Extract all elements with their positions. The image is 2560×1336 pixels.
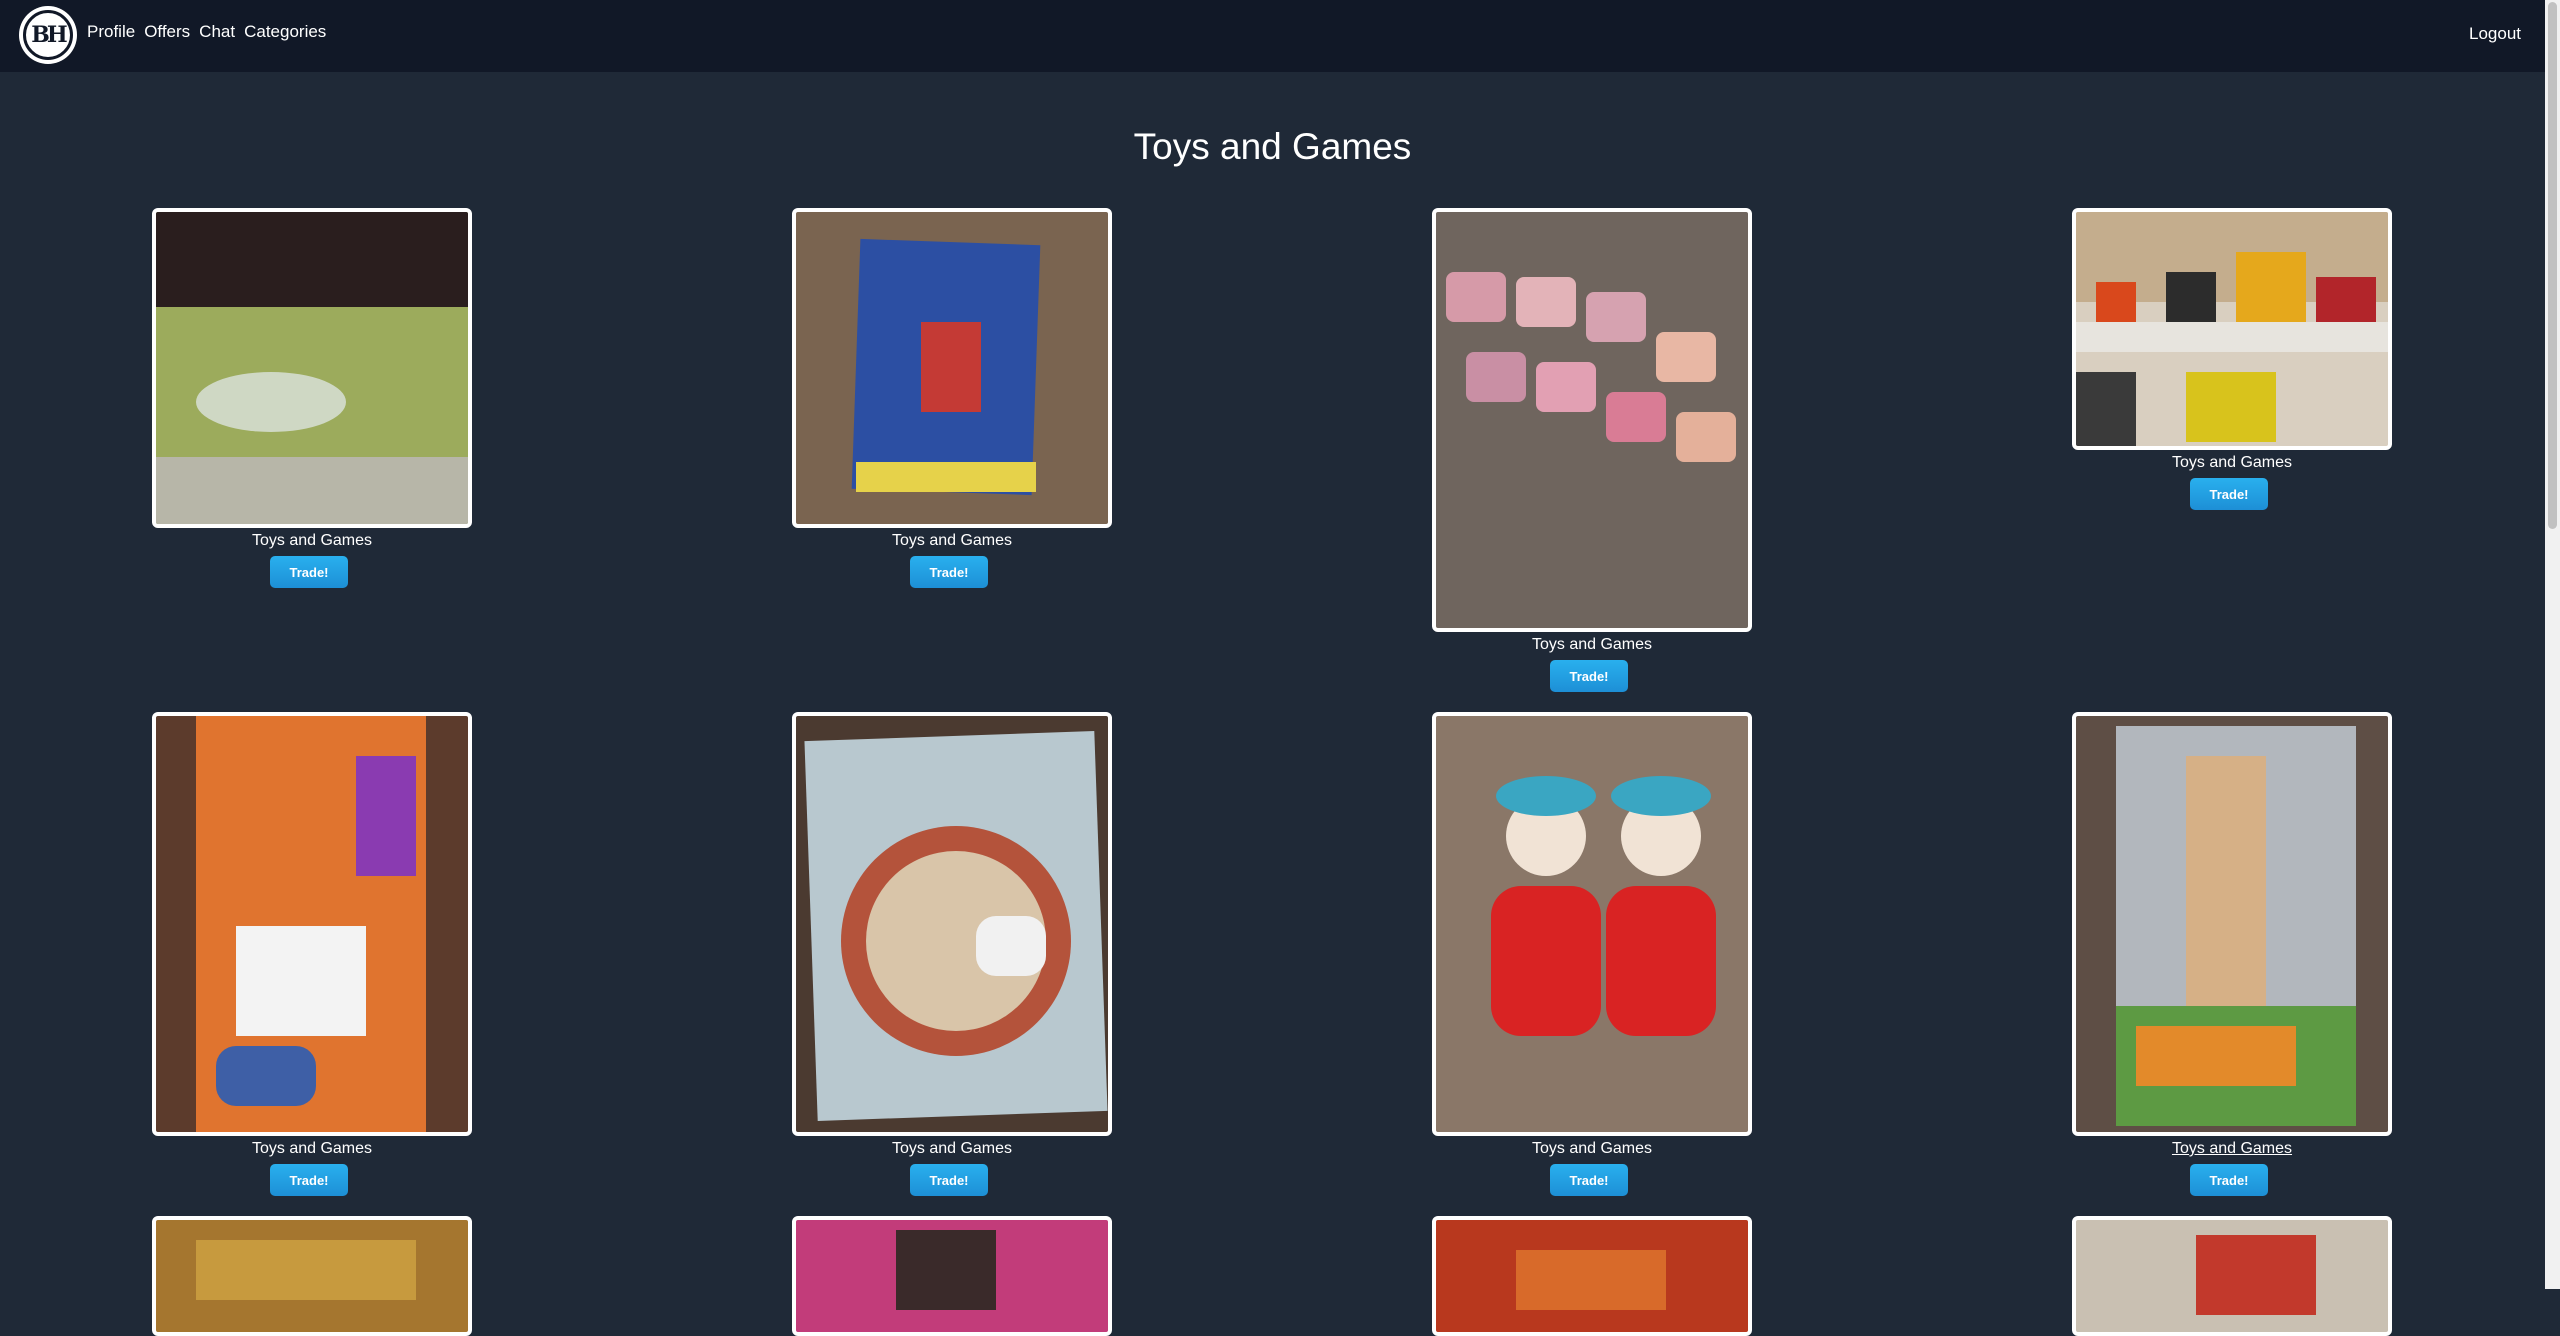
item-category[interactable]: Toys and Games — [2072, 1140, 2392, 1158]
item-card — [152, 1216, 472, 1336]
item-photo[interactable] — [2072, 208, 2392, 450]
item-category: Toys and Games — [251, 1140, 373, 1157]
logout-link[interactable]: Logout — [2469, 24, 2521, 44]
nav-offers[interactable]: Offers — [144, 22, 190, 42]
trade-button[interactable]: Trade! — [2190, 478, 2268, 510]
trade-button[interactable]: Trade! — [270, 556, 348, 588]
item-photo[interactable] — [1432, 208, 1752, 632]
item-category: Toys and Games — [891, 1140, 1013, 1157]
item-card: Toys and Games Trade! — [2072, 712, 2392, 1196]
trade-button[interactable]: Trade! — [2190, 1164, 2268, 1196]
item-photo[interactable] — [1432, 1216, 1752, 1336]
item-photo[interactable] — [792, 208, 1112, 528]
navbar: BH Profile Offers Chat Categories Logout — [0, 0, 2545, 72]
item-category: Toys and Games — [1531, 636, 1653, 653]
item-photo[interactable] — [152, 1216, 472, 1336]
item-card — [1432, 1216, 1752, 1336]
nav-links: Profile Offers Chat Categories — [87, 22, 326, 42]
item-card: Toys and Games Trade! — [152, 208, 472, 588]
item-category: Toys and Games — [1531, 1140, 1653, 1157]
trade-button[interactable]: Trade! — [1550, 660, 1628, 692]
item-photo[interactable] — [792, 712, 1112, 1136]
trade-button[interactable]: Trade! — [910, 1164, 988, 1196]
item-category: Toys and Games — [251, 532, 373, 549]
item-card: Toys and Games Trade! — [792, 208, 1112, 588]
item-photo[interactable] — [2072, 712, 2392, 1136]
item-photo[interactable] — [2072, 1216, 2392, 1336]
item-category: Toys and Games — [2171, 454, 2293, 471]
trade-button[interactable]: Trade! — [270, 1164, 348, 1196]
trade-button[interactable]: Trade! — [1550, 1164, 1628, 1196]
logo[interactable]: BH — [19, 6, 77, 64]
scrollbar[interactable] — [2545, 0, 2560, 1289]
scrollbar-thumb[interactable] — [2548, 2, 2557, 529]
item-card: Toys and Games Trade! — [792, 712, 1112, 1196]
item-card: Toys and Games Trade! — [152, 712, 472, 1196]
item-card: Toys and Games Trade! — [1432, 208, 1752, 692]
item-photo[interactable] — [1432, 712, 1752, 1136]
nav-chat[interactable]: Chat — [199, 22, 235, 42]
item-category: Toys and Games — [891, 532, 1013, 549]
item-card: Toys and Games Trade! — [2072, 208, 2392, 510]
item-card: Toys and Games Trade! — [1432, 712, 1752, 1196]
item-photo[interactable] — [152, 712, 472, 1136]
item-card — [2072, 1216, 2392, 1336]
item-card — [792, 1216, 1112, 1336]
item-photo[interactable] — [152, 208, 472, 528]
item-photo[interactable] — [792, 1216, 1112, 1336]
nav-profile[interactable]: Profile — [87, 22, 135, 42]
logo-mark: BH — [23, 10, 73, 60]
page-title: Toys and Games — [1133, 126, 1412, 167]
nav-categories[interactable]: Categories — [244, 22, 326, 42]
trade-button[interactable]: Trade! — [910, 556, 988, 588]
